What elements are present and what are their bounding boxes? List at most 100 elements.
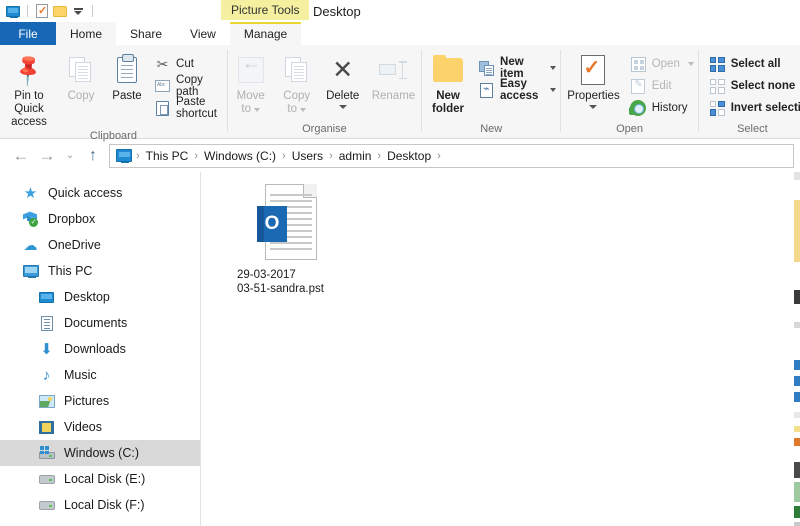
move-to-button[interactable]: Move to	[228, 51, 274, 116]
sidebar-item-documents[interactable]: Documents	[0, 310, 200, 336]
copy-button[interactable]: Copy	[58, 51, 104, 103]
edit-button[interactable]: Edit	[626, 75, 698, 97]
select-none-button[interactable]: Select none	[705, 75, 800, 97]
select-none-label: Select none	[730, 80, 796, 92]
breadcrumb-separator: ›	[437, 149, 441, 162]
sidebar-item-pictures[interactable]: Pictures	[0, 388, 200, 414]
easy-access-button[interactable]: Easy access	[474, 78, 560, 102]
sidebar-item-label: Music	[64, 368, 97, 382]
history-button[interactable]: History	[626, 97, 698, 119]
cut-button[interactable]: ✂ Cut	[150, 53, 227, 75]
rename-icon	[379, 53, 407, 87]
background-window-sliver	[794, 172, 800, 526]
sidebar-item-desktop[interactable]: Desktop	[0, 284, 200, 310]
sidebar-item-local-disk-e[interactable]: Local Disk (E:)	[0, 466, 200, 492]
pin-to-quick-access-label-line2: access	[11, 116, 47, 128]
sidebar-item-music[interactable]: ♪ Music	[0, 362, 200, 388]
new-item-label: New item	[500, 56, 524, 80]
paste-shortcut-button[interactable]: Paste shortcut	[150, 96, 227, 120]
breadcrumb-desktop[interactable]: Desktop	[382, 149, 436, 163]
properties-button[interactable]: Properties	[561, 51, 625, 109]
ribbon-group-open: Properties Open Edit History	[561, 45, 698, 139]
delete-button[interactable]: ✕ Delete	[320, 51, 366, 109]
paste-button[interactable]: Paste	[104, 51, 150, 103]
breadcrumb-this-pc[interactable]: This PC	[141, 149, 194, 163]
invert-selection-label: Invert selection	[730, 102, 800, 114]
up-button[interactable]: ↑	[80, 144, 106, 168]
rename-button[interactable]: Rename	[366, 51, 421, 103]
pin-to-quick-access-button[interactable]: 📌 Pin to Quick access	[0, 51, 58, 129]
sidebar-item-label: Downloads	[64, 342, 126, 356]
group-label-select: Select	[737, 123, 768, 135]
new-item-button[interactable]: New item	[474, 56, 560, 80]
sidebar-item-label: Quick access	[48, 186, 123, 200]
select-small-commands: Select all Select none Invert selection	[699, 51, 800, 119]
tab-view[interactable]: View	[176, 22, 230, 45]
tab-home[interactable]: Home	[56, 22, 117, 45]
group-label-open: Open	[616, 123, 644, 135]
documents-icon	[38, 315, 55, 332]
copy-path-label: Copy path	[176, 74, 203, 98]
sidebar-item-this-pc[interactable]: This PC	[0, 258, 200, 284]
file-name-line1: 29-03-2017	[237, 269, 296, 281]
sidebar-item-quick-access[interactable]: ★ Quick access	[0, 180, 200, 206]
drive-icon	[38, 471, 55, 488]
select-all-button[interactable]: Select all	[705, 53, 800, 75]
breadcrumb-users[interactable]: Users	[287, 149, 328, 163]
history-icon	[629, 100, 647, 117]
qat-divider-2	[92, 5, 93, 17]
group-label-clipboard: Clipboard	[89, 130, 137, 142]
easy-access-chevron-down-icon	[550, 88, 557, 92]
breadcrumb-admin[interactable]: admin	[334, 149, 377, 163]
new-item-icon	[478, 60, 495, 77]
open-button[interactable]: Open	[626, 53, 698, 75]
pin-icon: 📌	[10, 51, 48, 89]
title-bar: Picture Tools Desktop	[0, 0, 800, 22]
pin-to-quick-access-label-line1: Pin to Quick	[14, 90, 44, 115]
tab-manage[interactable]: Manage	[229, 22, 302, 45]
sidebar-item-onedrive[interactable]: ☁ OneDrive	[0, 232, 200, 258]
copy-to-chevron-down-icon	[300, 107, 306, 112]
file-item[interactable]: O 29-03-2017 03-51-sandra.pst	[233, 184, 341, 296]
file-name-line2: 03-51-sandra.pst	[237, 283, 324, 295]
sidebar-item-downloads[interactable]: ⬇ Downloads	[0, 336, 200, 362]
clipboard-small-commands: ✂ Cut Copy path Paste shortcut	[150, 51, 227, 120]
paste-shortcut-icon	[154, 100, 171, 117]
sidebar-item-videos[interactable]: Videos	[0, 414, 200, 440]
properties-icon[interactable]	[33, 2, 51, 20]
tab-share[interactable]: Share	[116, 22, 176, 45]
invert-selection-icon	[709, 100, 726, 117]
copy-path-button[interactable]: Copy path	[150, 74, 227, 98]
sidebar-item-label: Local Disk (E:)	[64, 472, 146, 486]
scissors-icon: ✂	[156, 55, 169, 72]
sidebar-item-local-disk-f[interactable]: Local Disk (F:)	[0, 492, 200, 518]
recent-locations-chevron-down-icon[interactable]: ⌄	[60, 144, 80, 168]
copy-to-button[interactable]: Copy to	[274, 51, 320, 116]
ribbon-group-select: Select all Select none Invert selection	[699, 45, 800, 139]
sidebar-item-label: Windows (C:)	[64, 446, 140, 460]
explorer-icon[interactable]	[4, 2, 22, 20]
sidebar-item-label: Desktop	[64, 290, 110, 304]
contextual-tools-label: Picture Tools	[221, 0, 310, 20]
windows-drive-icon	[38, 445, 55, 462]
copy-icon	[69, 53, 93, 87]
invert-selection-button[interactable]: Invert selection	[705, 97, 800, 119]
properties-label: Properties	[567, 90, 620, 102]
forward-button[interactable]: →	[34, 144, 60, 168]
folder-icon	[433, 53, 464, 87]
new-folder-icon[interactable]	[51, 2, 69, 20]
breadcrumb-bar[interactable]: › This PC › Windows (C:) › Users › admin…	[109, 143, 794, 168]
back-button[interactable]: ←	[8, 144, 34, 168]
new-folder-button[interactable]: New folder	[422, 51, 474, 116]
tab-file[interactable]: File	[0, 22, 56, 45]
move-to-chevron-down-icon	[254, 107, 260, 112]
easy-access-label: Easy access	[500, 78, 539, 102]
sidebar-item-dropbox[interactable]: ✓ Dropbox	[0, 206, 200, 232]
ribbon-group-new: New folder New item Easy access	[422, 45, 560, 139]
customize-qat-chevron-icon[interactable]	[69, 2, 87, 20]
copy-label: Copy	[67, 90, 95, 102]
file-list-pane[interactable]: O 29-03-2017 03-51-sandra.pst	[201, 172, 800, 526]
sidebar-item-windows-c[interactable]: Windows (C:)	[0, 440, 200, 466]
breadcrumb-windows-c[interactable]: Windows (C:)	[199, 149, 281, 163]
properties-chevron-down-icon	[589, 105, 598, 109]
